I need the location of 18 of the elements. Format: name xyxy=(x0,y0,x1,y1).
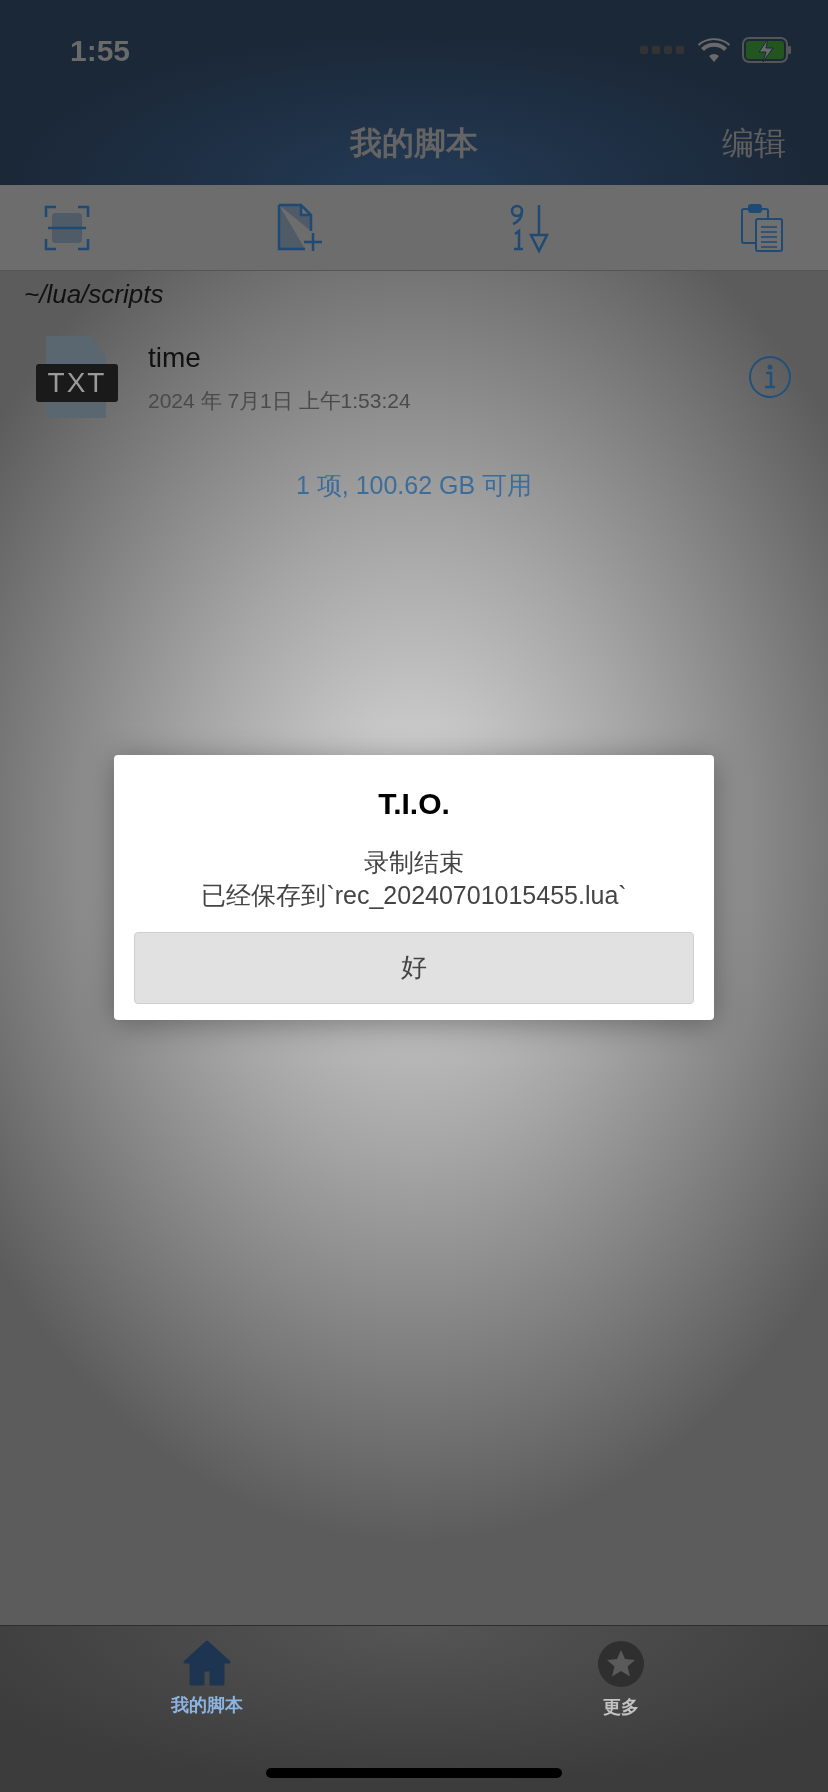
file-type-label: TXT xyxy=(47,366,107,400)
file-name[interactable]: time xyxy=(148,337,748,380)
dialog-message: 已经保存到`rec_20240701015455.lua` xyxy=(201,879,627,911)
signal-icon xyxy=(640,45,686,55)
home-icon xyxy=(183,1640,231,1686)
status-time: 1:55 xyxy=(70,32,131,69)
ok-button[interactable]: 好 xyxy=(134,931,694,1004)
wifi-icon xyxy=(698,38,730,62)
dialog-title: T.I.O. xyxy=(378,785,450,822)
page-title: 我的脚本 xyxy=(350,123,478,163)
scan-icon[interactable] xyxy=(44,204,90,251)
path-label: ~/lua/scripts xyxy=(24,277,164,311)
info-icon[interactable] xyxy=(748,355,792,399)
dialog-message: 录制结束 xyxy=(364,846,464,878)
clipboard-icon[interactable] xyxy=(739,202,784,253)
tab-item[interactable]: 更多 xyxy=(414,1640,828,1721)
tab-item[interactable]: 我的脚本 xyxy=(0,1640,414,1719)
storage-summary: 1 项, 100.62 GB 可用 xyxy=(295,470,533,501)
